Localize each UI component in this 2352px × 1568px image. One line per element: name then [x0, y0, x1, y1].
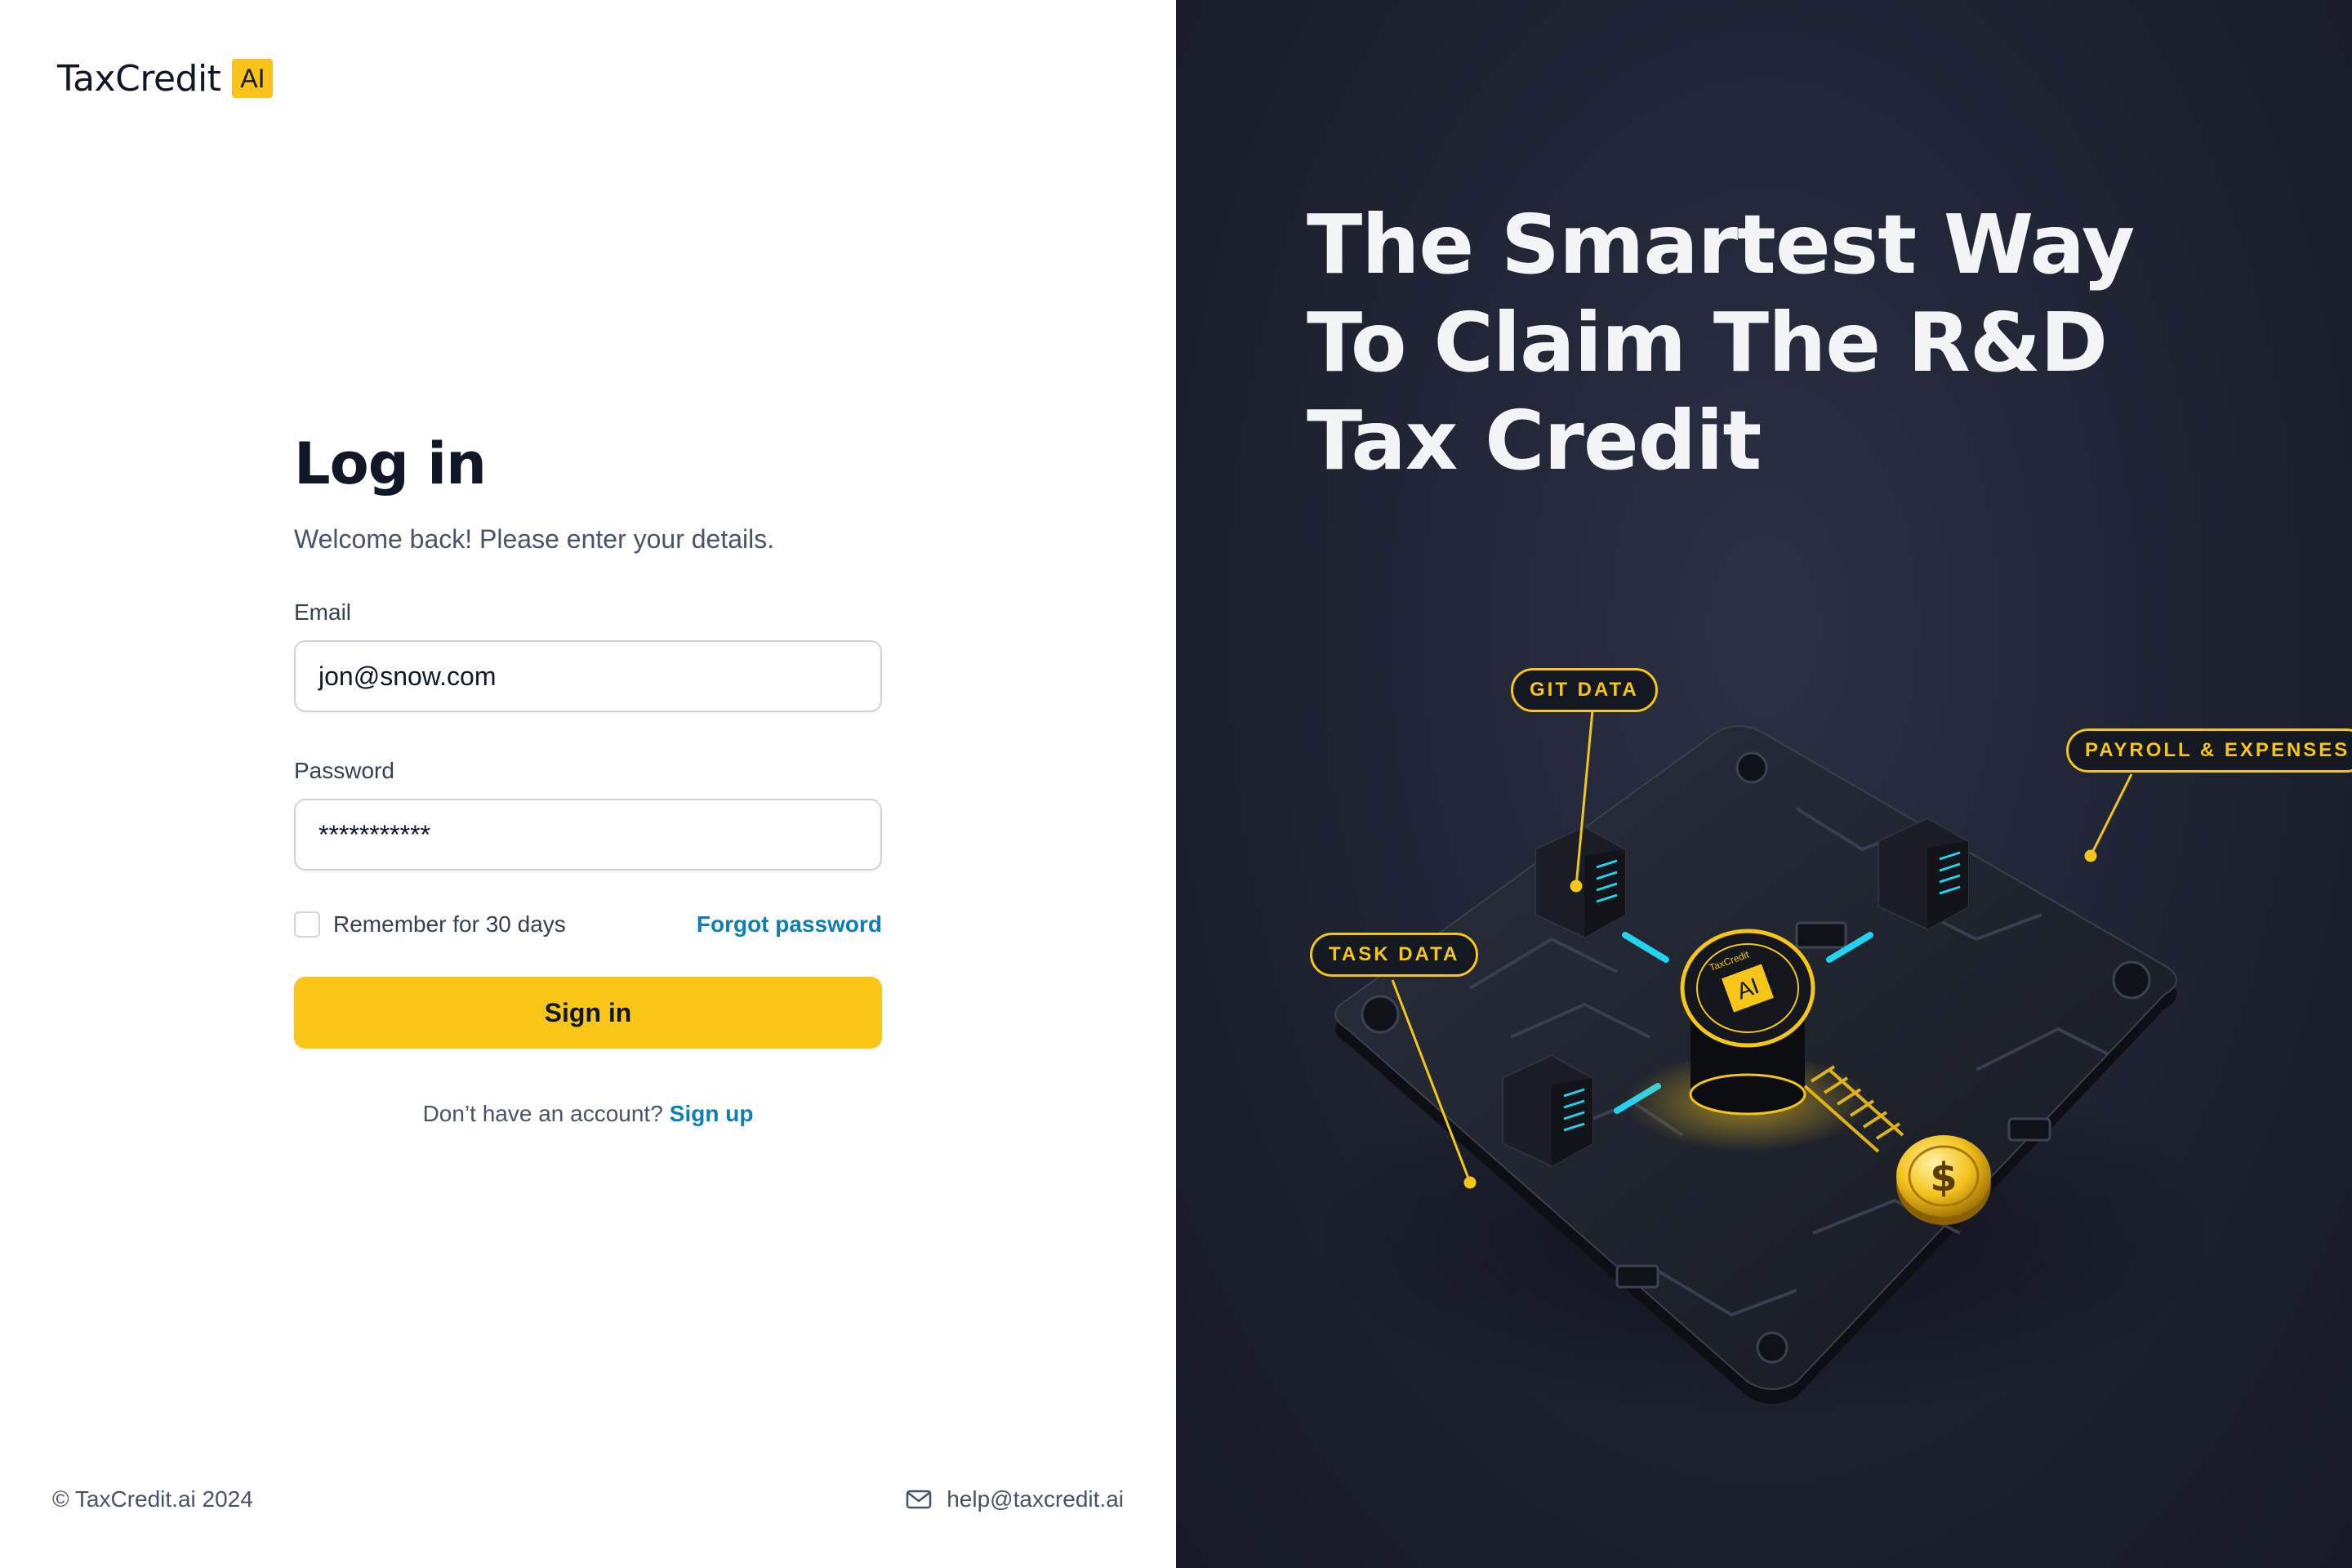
server-block-left-bottom	[1502, 1054, 1593, 1168]
headline-line-3: Tax Credit	[1307, 393, 1762, 488]
page-title: Log in	[294, 430, 487, 497]
hero-illustration: AI TaxCredit $ GIT DATA PAYROLL & EXPENS…	[1307, 645, 2352, 1446]
footer-copyright: © TaxCredit.ai 2024	[52, 1486, 253, 1512]
mail-icon	[906, 1490, 932, 1509]
headline-line-1: The Smartest Way	[1307, 197, 2135, 292]
signup-row: Don’t have an account? Sign up	[294, 1101, 882, 1127]
remember-option: Remember for 30 days	[294, 911, 566, 938]
forgot-password-link[interactable]: Forgot password	[697, 911, 882, 938]
brand-name: TaxCredit	[57, 57, 221, 100]
login-panel: TaxCredit AI Log in Welcome back! Please…	[0, 0, 1176, 1568]
password-field[interactable]: ***********	[294, 799, 882, 871]
page-subtitle: Welcome back! Please enter your details.	[294, 524, 775, 554]
brand-badge: AI	[232, 59, 274, 98]
options-row: Remember for 30 days Forgot password	[294, 908, 882, 941]
callout-git-data: GIT DATA	[1511, 668, 1658, 712]
email-label: Email	[294, 599, 352, 625]
email-field[interactable]: jon@snow.com	[294, 640, 882, 712]
hero-headline: The Smartest Way To Claim The R&D Tax Cr…	[1307, 196, 2205, 490]
remember-checkbox[interactable]	[294, 911, 320, 938]
callout-payroll-expenses: PAYROLL & EXPENSES	[2066, 728, 2352, 773]
remember-label[interactable]: Remember for 30 days	[333, 911, 566, 938]
headline-line-2: To Claim The R&D	[1307, 295, 2108, 390]
coin-symbol: $	[1930, 1155, 1957, 1200]
signup-prompt: Don’t have an account?	[422, 1101, 663, 1126]
hero-panel: The Smartest Way To Claim The R&D Tax Cr…	[1176, 0, 2352, 1568]
brand-logo[interactable]: TaxCredit AI	[57, 57, 274, 100]
login-form: Log in Welcome back! Please enter your d…	[294, 425, 882, 1127]
callout-task-data: TASK DATA	[1310, 933, 1479, 977]
server-block-right	[1878, 817, 1969, 931]
password-label: Password	[294, 758, 394, 783]
sign-up-link[interactable]: Sign up	[670, 1101, 754, 1126]
sign-in-button[interactable]: Sign in	[294, 977, 882, 1049]
support-email: help@taxcredit.ai	[947, 1486, 1124, 1512]
footer-email[interactable]: help@taxcredit.ai	[906, 1483, 1124, 1516]
